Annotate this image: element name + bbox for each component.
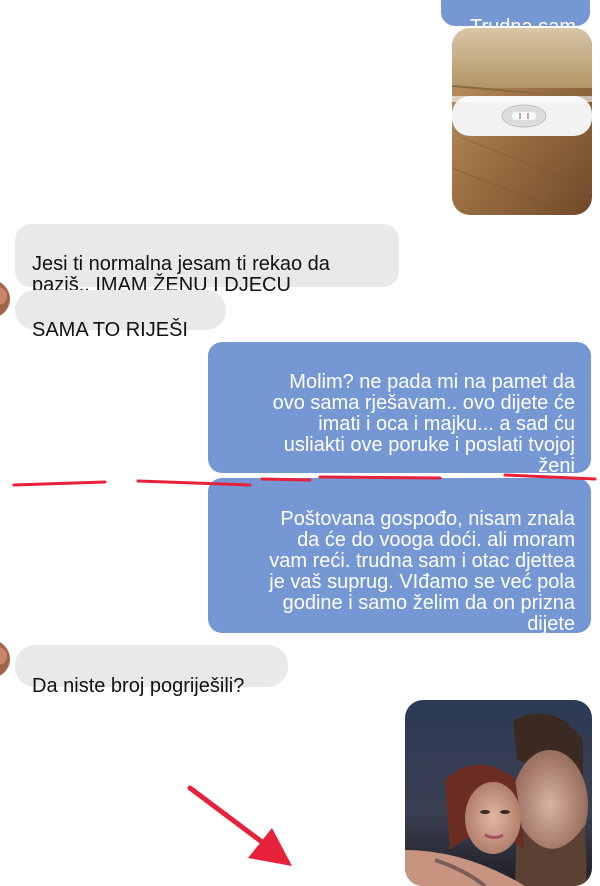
message-bubble-incoming[interactable]: SAMA TO RIJEŠI (15, 290, 226, 341)
couple-selfie-image (405, 700, 592, 886)
message-text: Molim? ne pada mi na pamet da ovo sama r… (272, 371, 575, 477)
pregnancy-test-image (452, 28, 592, 215)
contact-avatar[interactable] (0, 280, 10, 318)
red-arrow (187, 785, 292, 866)
contact-avatar-image (0, 280, 10, 318)
contact-avatar[interactable] (0, 640, 10, 678)
message-bubble-outgoing[interactable]: Poštovana gospođo, nisam znala da će do … (208, 478, 591, 635)
message-text: SAMA TO RIJEŠI (32, 319, 188, 341)
message-bubble-outgoing[interactable]: Trudna sam (441, 0, 590, 38)
pregnancy-test-photo[interactable] (452, 28, 592, 215)
message-bubble-outgoing[interactable]: Molim? ne pada mi na pamet da ovo sama r… (208, 342, 591, 477)
message-bubble-incoming[interactable]: Da niste broj pogriješili? (15, 645, 288, 697)
contact-avatar-image (0, 640, 10, 678)
message-text: Da niste broj pogriješili? (32, 675, 245, 697)
couple-selfie-photo[interactable] (405, 700, 592, 886)
message-bubble-incoming[interactable]: Jesi ti normalna jesam ti rekao da paziš… (15, 224, 399, 296)
message-text: Poštovana gospođo, nisam znala da će do … (269, 508, 575, 635)
